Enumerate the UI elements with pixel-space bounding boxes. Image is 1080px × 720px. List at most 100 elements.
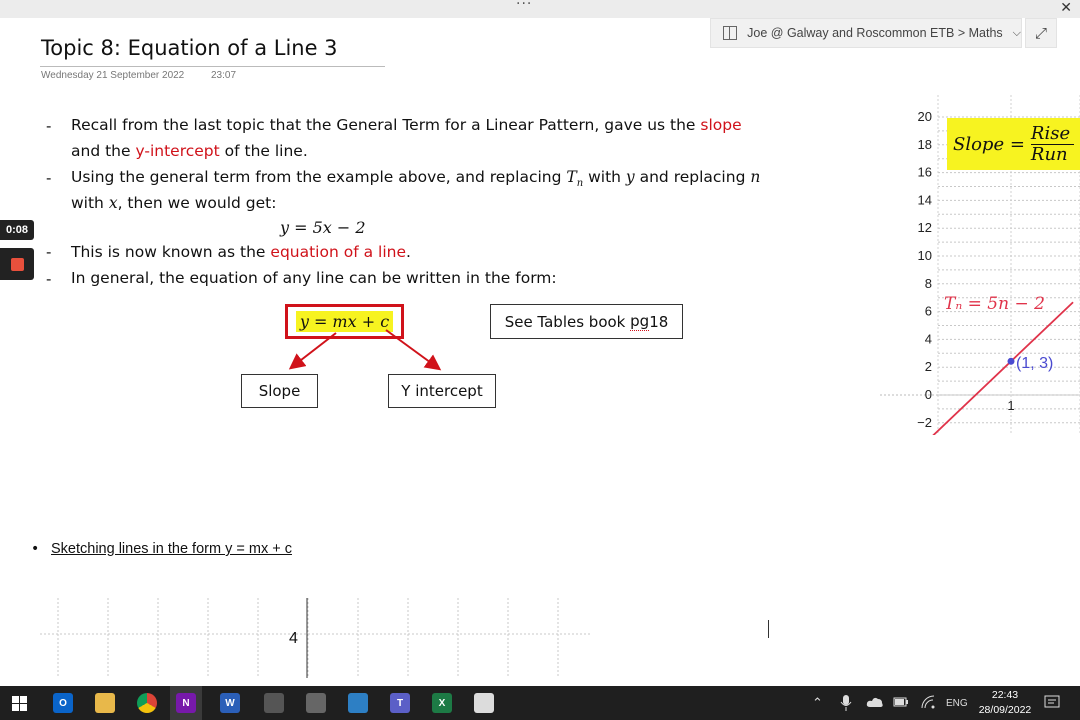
file-explorer-icon[interactable] — [95, 693, 115, 713]
general-form-box[interactable]: y = mx + c — [285, 304, 404, 339]
y-tick-label: 12 — [918, 220, 932, 235]
input-language[interactable]: ENG — [946, 686, 968, 720]
battery-icon[interactable] — [893, 696, 909, 708]
tables-ref-page-abbrev: pg — [630, 312, 650, 331]
expand-button[interactable]: ⤢ — [1025, 18, 1057, 48]
notebook-icon — [723, 26, 738, 40]
rise-text: Rise — [1030, 123, 1075, 145]
clock-time: 22:43 — [991, 689, 1019, 701]
note-text: with — [583, 168, 626, 186]
math-symbol: T — [566, 168, 577, 186]
bullet-dash: - — [46, 243, 52, 261]
excel-icon[interactable]: X — [432, 693, 452, 713]
y-tick-label: 18 — [918, 137, 932, 152]
notebook-breadcrumb: Joe @ Galway and Roscommon ETB > Maths — [747, 26, 1003, 40]
y-tick-label: 8 — [925, 276, 932, 291]
close-icon[interactable]: ✕ — [1060, 0, 1072, 16]
axis-tick-label: 4 — [289, 630, 298, 647]
line-label: Tₙ = 5n − 2 — [944, 294, 1045, 314]
sketch-grid[interactable]: 4 — [40, 598, 590, 678]
sketch-grid-svg: 4 — [40, 598, 590, 678]
y-tick-label: 4 — [925, 331, 932, 346]
slope-box[interactable]: Slope — [241, 374, 318, 408]
tables-ref-page-number: 18 — [649, 312, 669, 331]
y-tick-label: 10 — [918, 248, 932, 263]
note-text: . — [406, 243, 411, 261]
windows-start-icon[interactable] — [12, 696, 27, 711]
slope-formula-label: Slope = — [953, 133, 1025, 155]
y-tick-label: 20 — [918, 109, 932, 124]
math-symbol: n — [750, 168, 761, 186]
page-time: 23:07 — [211, 70, 237, 81]
note-line-4[interactable]: with x, then we would get: — [71, 194, 276, 212]
note-line-3[interactable]: Using the general term from the example … — [71, 168, 760, 189]
y-intercept-box[interactable]: Y intercept — [388, 374, 496, 408]
y-intercept-term: y-intercept — [135, 142, 220, 160]
note-line-1[interactable]: Recall from the last topic that the Gene… — [71, 116, 742, 134]
page-date: Wednesday 21 September 2022 — [41, 70, 185, 81]
settings-icon[interactable] — [474, 693, 494, 713]
stop-icon — [10, 257, 24, 271]
title-underline — [40, 66, 385, 67]
derived-equation[interactable]: y = 5x − 2 — [280, 218, 366, 237]
notifications-icon[interactable] — [1044, 694, 1060, 710]
note-line-6[interactable]: In general, the equation of any line can… — [71, 269, 557, 287]
browser-icon[interactable] — [348, 693, 368, 713]
system-tray: ⌃ — [812, 686, 823, 720]
notebook-switcher[interactable]: Joe @ Galway and Roscommon ETB > Maths ⌵ — [710, 18, 1022, 48]
taskbar-clock[interactable]: 22:43 28/09/2022 — [974, 688, 1036, 718]
y-tick-label: 6 — [925, 304, 932, 319]
math-symbol: y — [625, 168, 635, 186]
note-text: of the line. — [219, 142, 308, 160]
tables-reference-box[interactable]: See Tables book pg 18 — [490, 304, 683, 339]
bullet-dot: • — [31, 541, 40, 557]
tables-ref-text: See Tables book — [504, 312, 626, 331]
taskbar: O N W T X ⌃ ENG — [0, 686, 1080, 720]
sketching-heading[interactable]: Sketching lines in the form y = mx + c — [51, 541, 292, 557]
note-text: with — [71, 194, 109, 212]
word-icon[interactable]: W — [220, 693, 240, 713]
more-options-icon[interactable]: ··· — [516, 0, 532, 12]
y-tick-label: 16 — [918, 165, 932, 180]
y-tick-label: 14 — [918, 192, 932, 207]
point-label: (1, 3) — [1016, 355, 1053, 372]
run-text: Run — [1030, 143, 1068, 165]
note-text: This is now known as the — [71, 243, 271, 261]
onedrive-cloud-icon[interactable] — [866, 696, 884, 708]
rise-over-run: Rise Run — [1030, 123, 1075, 165]
outlook-icon[interactable]: O — [53, 693, 73, 713]
note-line-2[interactable]: and the y-intercept of the line. — [71, 142, 308, 160]
onenote-icon[interactable]: N — [176, 693, 196, 713]
note-line-5[interactable]: This is now known as the equation of a l… — [71, 243, 411, 261]
text-cursor — [768, 620, 769, 638]
math-symbol: x — [108, 194, 118, 212]
clock-date: 28/09/2022 — [978, 704, 1032, 716]
slope-term: slope — [700, 116, 742, 134]
note-text: , then we would get: — [117, 194, 277, 212]
note-text: Recall from the last topic that the Gene… — [71, 116, 701, 134]
window-title-bar: ··· ✕ — [0, 0, 1080, 18]
show-hidden-icons[interactable]: ⌃ — [812, 695, 823, 711]
calculator-icon[interactable] — [264, 693, 284, 713]
recording-timer: 0:08 — [0, 220, 34, 240]
microphone-icon[interactable] — [840, 694, 852, 712]
y-tick-label: −2 — [917, 415, 932, 430]
stop-recording-button[interactable] — [0, 248, 34, 280]
y-tick-label: 0 — [925, 387, 932, 402]
page-title[interactable]: Topic 8: Equation of a Line 3 — [41, 36, 338, 60]
language-label: ENG — [946, 697, 968, 709]
bullet-dash: - — [46, 270, 52, 288]
wifi-icon[interactable] — [920, 695, 936, 709]
y-tick-label: 2 — [925, 359, 932, 374]
slope-formula-note[interactable]: Slope = Rise Run — [947, 118, 1080, 170]
chrome-icon[interactable] — [137, 693, 157, 713]
general-form-equation: y = mx + c — [295, 311, 394, 332]
x-tick-label: 1 — [1007, 398, 1014, 413]
phone-icon[interactable] — [306, 693, 326, 713]
teams-icon[interactable]: T — [390, 693, 410, 713]
chevron-down-icon: ⌵ — [1012, 26, 1021, 39]
data-point — [1007, 357, 1015, 365]
note-text: and replacing — [634, 168, 751, 186]
note-text: Using the general term from the example … — [71, 168, 567, 186]
bullet-dash: - — [46, 117, 52, 135]
